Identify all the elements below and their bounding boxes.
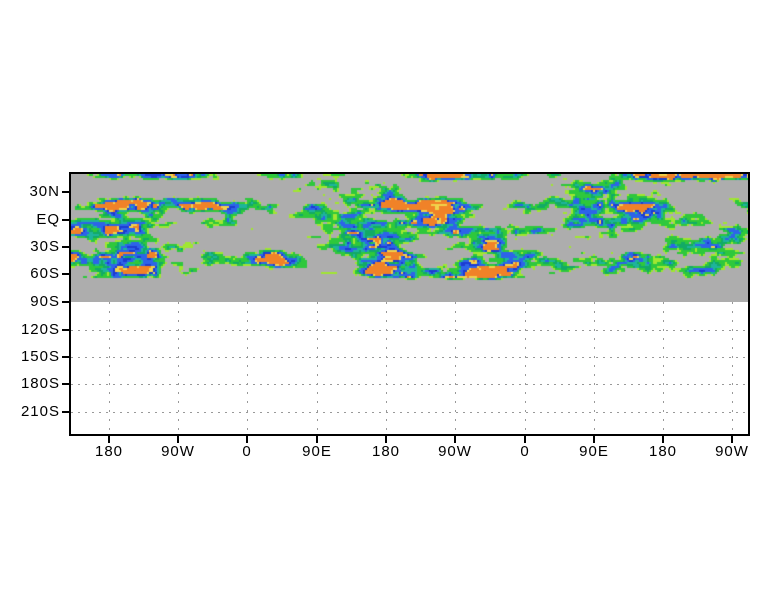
x-tick-label-8: 180 — [648, 443, 678, 460]
y-tick-label-1: EQ — [36, 211, 60, 228]
gridline-vertical-6 — [525, 302, 526, 434]
y-tick-label-4: 90S — [30, 293, 60, 310]
plot-frame — [69, 172, 750, 436]
gridline-vertical-4 — [386, 302, 387, 434]
y-tick-label-5: 120S — [20, 321, 60, 338]
gridline-vertical-9 — [732, 302, 733, 434]
gridline-horizontal-1 — [71, 357, 748, 358]
y-tick-label-7: 180S — [20, 375, 60, 392]
y-tick-label-8: 210S — [20, 403, 60, 420]
gridline-vertical-7 — [594, 302, 595, 434]
y-axis-tick-0 — [62, 191, 69, 193]
x-axis-tick-7 — [593, 436, 595, 443]
y-axis-tick-7 — [62, 383, 69, 385]
x-axis-tick-2 — [246, 436, 248, 443]
x-tick-label-0: 180 — [94, 443, 124, 460]
gridline-vertical-3 — [317, 302, 318, 434]
y-axis-tick-2 — [62, 246, 69, 248]
x-axis-tick-8 — [662, 436, 664, 443]
y-axis-tick-1 — [62, 219, 69, 221]
gridline-horizontal-2 — [71, 384, 748, 385]
x-axis-tick-6 — [524, 436, 526, 443]
gridline-vertical-8 — [663, 302, 664, 434]
y-axis-tick-4 — [62, 301, 69, 303]
x-tick-label-3: 90E — [302, 443, 332, 460]
x-axis-tick-9 — [731, 436, 733, 443]
y-tick-label-0: 30N — [29, 183, 60, 200]
gridline-horizontal-0 — [71, 330, 748, 331]
y-tick-label-2: 30S — [30, 238, 60, 255]
plot-page: 30N EQ 30S 60S 90S 120S 150S 180S 210S 180 90W 0 90E… — [0, 0, 784, 612]
gridline-vertical-1 — [178, 302, 179, 434]
x-tick-label-7: 90E — [579, 443, 609, 460]
y-tick-label-6: 150S — [20, 348, 60, 365]
gridline-vertical-5 — [455, 302, 456, 434]
x-axis-tick-0 — [108, 436, 110, 443]
x-axis-tick-5 — [454, 436, 456, 443]
y-axis-tick-5 — [62, 329, 69, 331]
x-tick-label-4: 180 — [371, 443, 401, 460]
y-tick-label-3: 60S — [30, 265, 60, 282]
gridline-vertical-2 — [247, 302, 248, 434]
x-tick-label-2: 0 — [242, 443, 252, 460]
x-tick-label-1: 90W — [161, 443, 195, 460]
y-axis-tick-8 — [62, 411, 69, 413]
x-axis-tick-3 — [316, 436, 318, 443]
gridline-vertical-0 — [109, 302, 110, 434]
gridline-horizontal-3 — [71, 412, 748, 413]
x-tick-label-9: 90W — [715, 443, 749, 460]
x-axis-tick-1 — [177, 436, 179, 443]
shaded-field-canvas — [71, 174, 748, 302]
y-axis-tick-3 — [62, 273, 69, 275]
x-tick-label-6: 0 — [520, 443, 530, 460]
x-tick-label-5: 90W — [438, 443, 472, 460]
y-axis-tick-6 — [62, 356, 69, 358]
x-axis-tick-4 — [385, 436, 387, 443]
